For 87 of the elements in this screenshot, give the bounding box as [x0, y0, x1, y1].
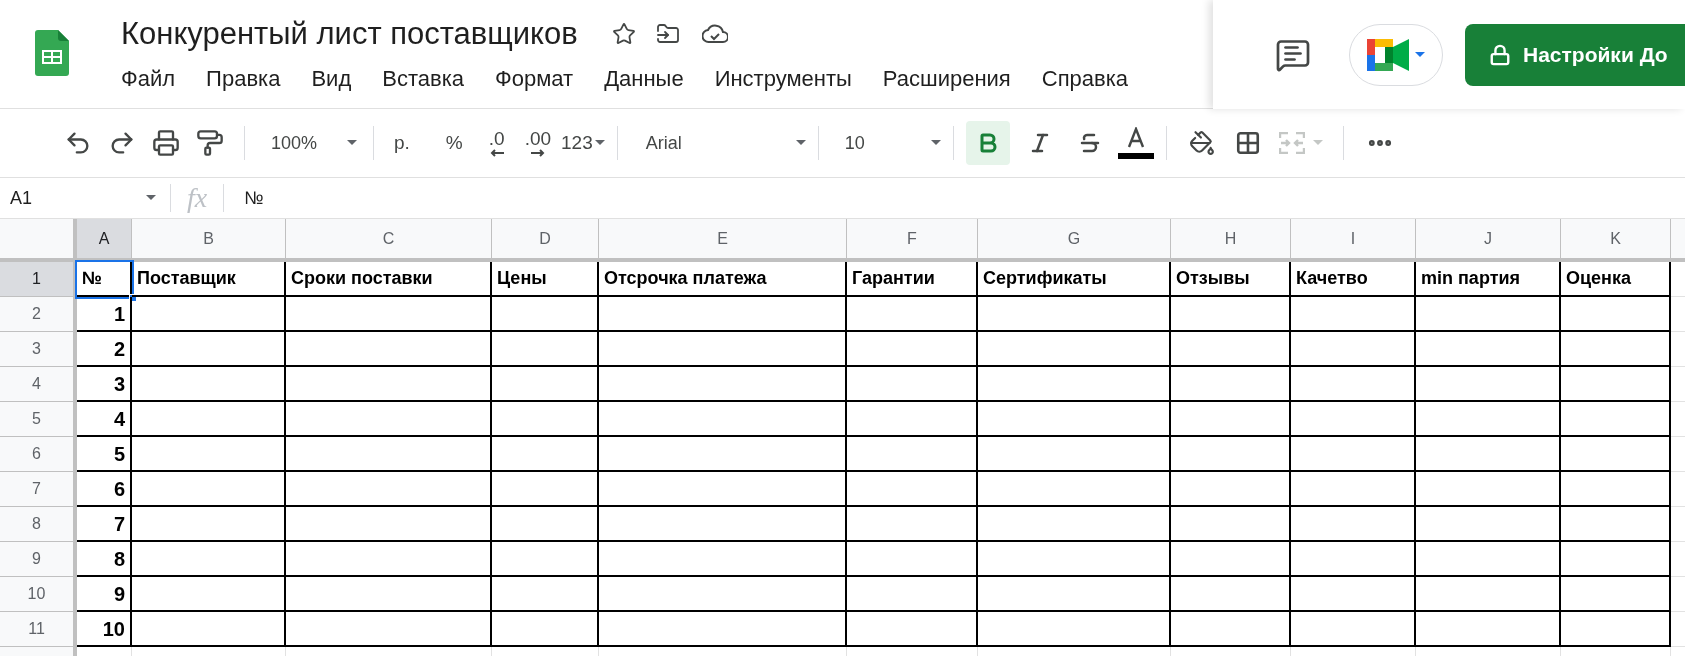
print-icon[interactable] — [152, 129, 180, 157]
right-arrow-icon — [530, 149, 545, 157]
function-label: fx — [187, 184, 208, 212]
menu-item[interactable]: Правка — [204, 60, 283, 97]
table-cell: Цены — [492, 262, 599, 297]
video-camera-icon — [1367, 38, 1409, 71]
left-arrow-icon — [489, 149, 504, 157]
table-cell: min партия — [1416, 262, 1561, 297]
menu-item[interactable]: Инструменты — [712, 60, 854, 97]
menu-item[interactable]: Вид — [309, 60, 354, 97]
row-header[interactable]: 4 — [0, 367, 77, 402]
menu-item[interactable]: Данные — [602, 60, 686, 97]
table-cell: 7 — [77, 507, 132, 542]
table-cell: Сертификаты — [978, 262, 1171, 297]
row-header[interactable]: 3 — [0, 332, 77, 367]
cloud-check-icon[interactable] — [701, 24, 728, 44]
column-header[interactable]: I — [1291, 219, 1416, 262]
increase-decimals-button[interactable]: .00 — [520, 129, 556, 157]
table-cell: 1 — [77, 297, 132, 332]
table-cell: 8 — [77, 542, 132, 577]
row-header[interactable]: 9 — [0, 542, 77, 577]
name-box[interactable]: A1 — [0, 178, 170, 218]
column-header[interactable]: J — [1416, 219, 1561, 262]
table-cell: Поставщик — [132, 262, 286, 297]
caret-icon — [930, 140, 941, 146]
folder-icon[interactable] — [655, 22, 680, 46]
lock-icon — [1489, 43, 1511, 66]
menu-item[interactable]: Формат — [493, 60, 576, 97]
menu-item[interactable]: Справка — [1039, 60, 1131, 97]
table-cell: Отсрочка платежа — [599, 262, 847, 297]
percent-format-button[interactable]: % — [437, 128, 471, 158]
column-header[interactable]: D — [492, 219, 599, 262]
zoom-dropdown[interactable]: 100% — [257, 129, 361, 157]
row-header[interactable]: 11 — [0, 612, 77, 647]
column-header[interactable]: H — [1171, 219, 1291, 262]
share-button[interactable]: Настройки До — [1465, 23, 1685, 86]
table-cell: 5 — [77, 437, 132, 472]
row-header[interactable]: 10 — [0, 577, 77, 612]
document-title[interactable]: Конкурентый лист поставщиков — [119, 10, 580, 58]
row-header[interactable]: 8 — [0, 507, 77, 542]
table-cell: 10 — [77, 612, 132, 647]
row-header[interactable]: 2 — [0, 297, 77, 332]
caret-icon — [347, 140, 357, 146]
merge-icon — [1278, 132, 1305, 154]
paint-format-icon[interactable] — [196, 129, 224, 157]
table-cell: 4 — [77, 402, 132, 437]
font-dropdown[interactable]: Arial — [629, 129, 806, 157]
menu-item[interactable]: Расширения — [880, 60, 1013, 97]
table-cell: 3 — [77, 367, 132, 402]
caret-icon — [1415, 51, 1425, 58]
table-cell: № — [77, 262, 132, 297]
caret-icon — [795, 140, 806, 146]
number-format-dropdown[interactable]: 123 — [561, 128, 605, 158]
borders-icon[interactable] — [1234, 130, 1261, 156]
caret-icon — [594, 140, 605, 146]
column-header[interactable]: G — [978, 219, 1171, 262]
menu-item[interactable]: Вставка — [380, 60, 466, 97]
table-cell: 9 — [77, 577, 132, 612]
formula-input[interactable]: № — [224, 178, 1685, 218]
row-header[interactable]: 5 — [0, 402, 77, 437]
table-cell: Оценка — [1561, 262, 1671, 297]
text-color-icon[interactable] — [1117, 127, 1154, 159]
column-header[interactable]: B — [132, 219, 286, 262]
column-header[interactable]: F — [847, 219, 978, 262]
paint-bucket-icon[interactable] — [1188, 130, 1215, 156]
row-header[interactable]: 7 — [0, 472, 77, 507]
table-cell: Сроки поставки — [286, 262, 492, 297]
table-cell: Гарантии — [847, 262, 978, 297]
currency-format-button[interactable]: р. — [386, 128, 418, 158]
font-size-dropdown[interactable]: 10 — [830, 129, 941, 157]
column-header[interactable]: K — [1561, 219, 1671, 262]
row-header[interactable]: 1 — [0, 262, 77, 297]
caret-icon — [1312, 140, 1323, 146]
table-cell: Отзывы — [1171, 262, 1291, 297]
bold-button[interactable] — [965, 121, 1010, 165]
column-header[interactable]: A — [77, 219, 132, 262]
caret-icon — [146, 195, 156, 201]
star-icon[interactable] — [611, 22, 636, 46]
column-header[interactable]: E — [599, 219, 847, 262]
decrease-decimals-button[interactable]: .0 — [484, 129, 509, 157]
menu-item[interactable]: Файл — [119, 60, 178, 97]
column-header[interactable]: C — [286, 219, 492, 262]
fill-handle[interactable] — [129, 294, 137, 302]
table-cell: 6 — [77, 472, 132, 507]
table-cell: Качетво — [1291, 262, 1416, 297]
table-cell: 2 — [77, 332, 132, 367]
row-header[interactable]: 6 — [0, 437, 77, 472]
